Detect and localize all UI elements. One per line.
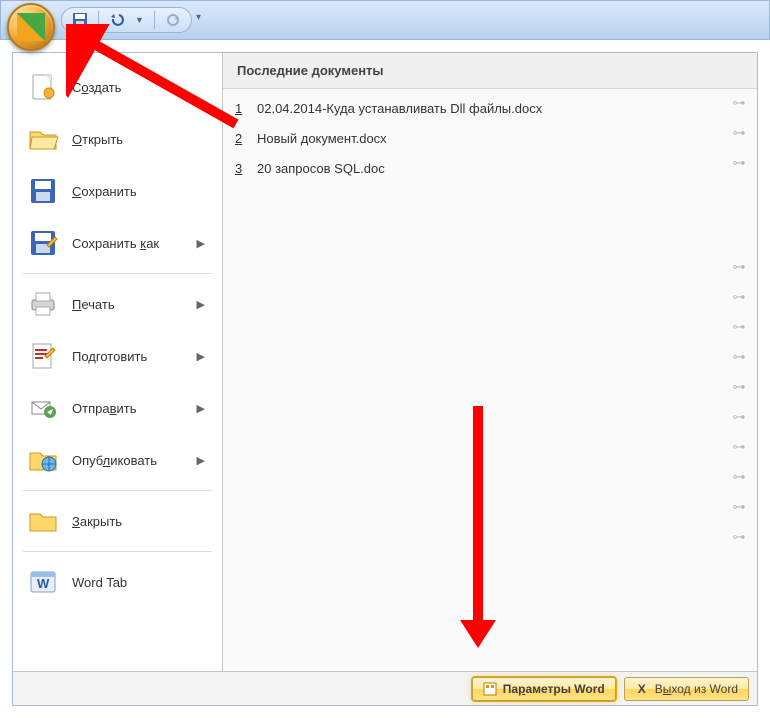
pin-icon[interactable]: ⊶ bbox=[729, 529, 749, 545]
exit-word-button[interactable]: X Выход из Word bbox=[624, 677, 749, 701]
pin-icon[interactable]: ⊶ bbox=[729, 409, 749, 425]
menu-label: Word Tab bbox=[72, 575, 209, 590]
pin-icon[interactable]: ⊶ bbox=[729, 95, 749, 111]
close-folder-icon bbox=[26, 504, 60, 538]
open-folder-icon bbox=[26, 122, 60, 156]
recent-documents-list: 1 02.04.2014-Куда устанавливать Dll файл… bbox=[223, 89, 729, 671]
menu-label: Сохранить как bbox=[72, 236, 185, 251]
menu-open[interactable]: Открыть bbox=[17, 113, 218, 165]
options-icon bbox=[483, 682, 497, 696]
recent-documents-panel: Последние документы 1 02.04.2014-Куда ус… bbox=[223, 53, 757, 671]
menu-create[interactable]: Создать bbox=[17, 61, 218, 113]
pin-icon[interactable]: ⊶ bbox=[729, 469, 749, 485]
menu-print[interactable]: Печать ▶ bbox=[17, 278, 218, 330]
send-icon bbox=[26, 391, 60, 425]
pin-icon[interactable]: ⊶ bbox=[729, 499, 749, 515]
recent-document-item[interactable]: 3 20 запросов SQL.doc bbox=[229, 153, 723, 183]
recent-document-item[interactable]: 2 Новый документ.docx bbox=[229, 123, 723, 153]
word-tab-icon: W bbox=[26, 565, 60, 599]
menu-word-tab[interactable]: W Word Tab bbox=[17, 556, 218, 608]
menu-label: Сохранить bbox=[72, 184, 209, 199]
pin-icon[interactable]: ⊶ bbox=[729, 439, 749, 455]
prepare-icon bbox=[26, 339, 60, 373]
chevron-right-icon: ▶ bbox=[197, 298, 209, 311]
button-label: Выход из Word bbox=[655, 682, 738, 696]
pin-icon[interactable]: ⊶ bbox=[729, 125, 749, 141]
recent-documents-header: Последние документы bbox=[223, 53, 757, 89]
pin-column: ⊶ ⊶ ⊶ ⊶ ⊶ ⊶ ⊶ ⊶ ⊶ ⊶ ⊶ ⊶ ⊶ bbox=[729, 89, 757, 671]
menu-label: Подготовить bbox=[72, 349, 185, 364]
button-label: Параметры Word bbox=[503, 682, 605, 696]
pin-icon[interactable]: ⊶ bbox=[729, 259, 749, 275]
new-document-icon bbox=[26, 70, 60, 104]
chevron-right-icon: ▶ bbox=[197, 454, 209, 467]
titlebar: ▼ ▾ bbox=[0, 0, 770, 40]
menu-label: Отправить bbox=[72, 401, 185, 416]
pin-icon[interactable]: ⊶ bbox=[729, 319, 749, 335]
svg-text:W: W bbox=[37, 576, 50, 591]
menu-send[interactable]: Отправить ▶ bbox=[17, 382, 218, 434]
left-menu: Создать Открыть Сохранить Сохранить как bbox=[13, 53, 223, 671]
publish-icon bbox=[26, 443, 60, 477]
pin-icon[interactable]: ⊶ bbox=[729, 155, 749, 171]
redo-icon[interactable] bbox=[165, 12, 181, 28]
menu-save-as[interactable]: Сохранить как ▶ bbox=[17, 217, 218, 269]
menu-label: Закрыть bbox=[72, 514, 209, 529]
office-menu-panel: Создать Открыть Сохранить Сохранить как bbox=[12, 52, 758, 706]
panel-footer: Параметры Word X Выход из Word bbox=[13, 671, 757, 705]
menu-label: Создать bbox=[72, 80, 209, 95]
save-icon[interactable] bbox=[72, 12, 88, 28]
office-button[interactable] bbox=[7, 3, 55, 51]
qat-customize-icon[interactable]: ▾ bbox=[196, 12, 201, 23]
save-disk-icon bbox=[26, 174, 60, 208]
undo-icon[interactable] bbox=[109, 12, 125, 28]
chevron-right-icon: ▶ bbox=[197, 237, 209, 250]
menu-label: Печать bbox=[72, 297, 185, 312]
menu-prepare[interactable]: Подготовить ▶ bbox=[17, 330, 218, 382]
pin-icon[interactable]: ⊶ bbox=[729, 349, 749, 365]
chevron-right-icon: ▶ bbox=[197, 402, 209, 415]
menu-label: Опубликовать bbox=[72, 453, 185, 468]
menu-close[interactable]: Закрыть bbox=[17, 495, 218, 547]
menu-label: Открыть bbox=[72, 132, 209, 147]
menu-publish[interactable]: Опубликовать ▶ bbox=[17, 434, 218, 486]
pin-icon[interactable]: ⊶ bbox=[729, 289, 749, 305]
quick-access-toolbar: ▼ bbox=[61, 7, 192, 33]
pin-icon[interactable]: ⊶ bbox=[729, 379, 749, 395]
menu-save[interactable]: Сохранить bbox=[17, 165, 218, 217]
close-icon: X bbox=[635, 682, 649, 696]
recent-document-item[interactable]: 1 02.04.2014-Куда устанавливать Dll файл… bbox=[229, 93, 723, 123]
word-options-button[interactable]: Параметры Word bbox=[472, 677, 616, 701]
save-as-icon bbox=[26, 226, 60, 260]
chevron-right-icon: ▶ bbox=[197, 350, 209, 363]
print-icon bbox=[26, 287, 60, 321]
